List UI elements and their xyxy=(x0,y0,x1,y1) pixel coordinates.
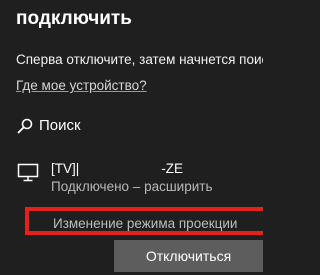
monitor-icon xyxy=(17,163,39,183)
connect-flyout: подключить Сперва отключите, затем начне… xyxy=(0,0,263,275)
device-name-suffix: -ZE xyxy=(161,161,184,176)
device-name: [TV]| -ZE xyxy=(51,160,183,178)
disconnect-button[interactable]: Отключиться xyxy=(114,240,263,272)
flyout-title: подключить xyxy=(16,8,132,29)
change-projection-mode-label: Изменение режима проекции xyxy=(53,216,238,231)
search-label: Поиск xyxy=(39,117,81,134)
device-name-prefix: [TV]| xyxy=(51,161,80,176)
device-list-item[interactable]: [TV]| -ZE Подключено – расширить xyxy=(0,157,263,197)
where-is-my-device-link[interactable]: Где мое устройство? xyxy=(16,77,147,95)
device-status: Подключено – расширить xyxy=(51,179,213,194)
search-icon xyxy=(16,117,34,135)
redacted-region xyxy=(79,162,162,177)
search-button[interactable]: Поиск xyxy=(16,115,81,137)
change-projection-mode-link[interactable]: Изменение режима проекции xyxy=(25,207,263,235)
instructions-text: Сперва отключите, затем начнется поиск xyxy=(16,52,263,67)
